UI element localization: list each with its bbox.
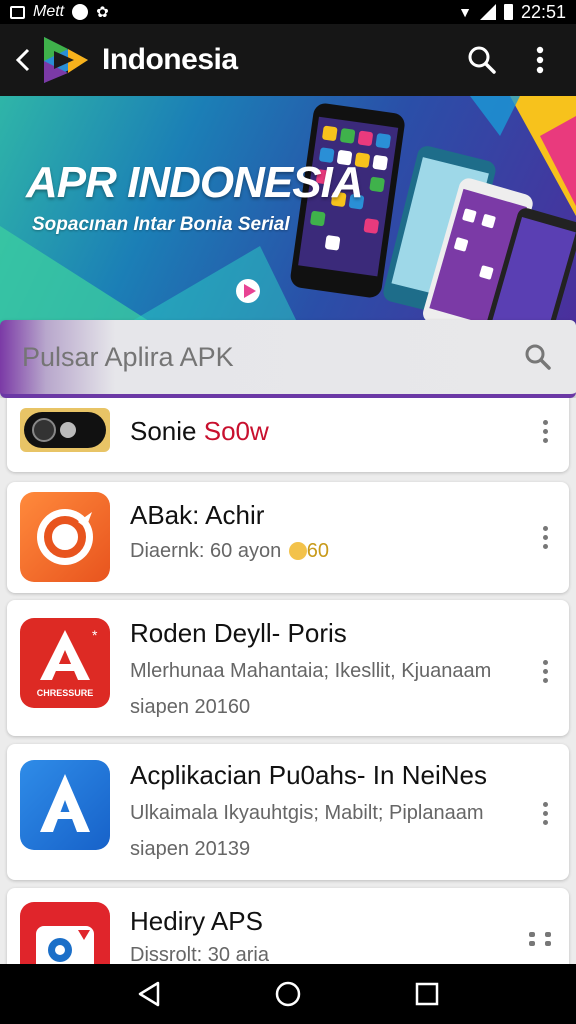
list-item[interactable]: Acplikacian Pu0ahs- In NeiNes Ulkaimala … xyxy=(7,744,569,880)
app-name: ABak: Achir xyxy=(130,500,265,530)
app-icon-red-camera xyxy=(20,902,110,964)
banner-title: APR INDONESIA xyxy=(26,158,364,207)
app-date: siapen 20139 xyxy=(130,838,251,860)
game-notification-icon xyxy=(72,4,89,20)
app-date: siapen 20160 xyxy=(130,696,251,718)
clock: 22:51 xyxy=(520,1,566,22)
signal-icon xyxy=(479,4,496,20)
list-item[interactable]: ABak: Achir Diaernk: 60 ayon 60 xyxy=(7,482,569,593)
app-name: Sonie So0w xyxy=(130,416,269,446)
image-notification-icon xyxy=(10,5,25,19)
back-arrow-icon[interactable] xyxy=(10,40,36,80)
search-icon[interactable] xyxy=(518,337,558,377)
more-options-icon[interactable] xyxy=(535,656,555,686)
coin-icon xyxy=(288,542,307,560)
banner-subtitle: Sopacınan Intar Bonia Serial xyxy=(32,214,290,235)
app-list: Sonie So0w ABak: Achir Diaernk: 60 ayon … xyxy=(0,398,576,964)
more-options-icon[interactable] xyxy=(535,416,555,446)
search-input[interactable] xyxy=(22,341,518,373)
app-description: Diaernk: 60 ayon 60 xyxy=(130,540,330,562)
app-icon-orange-ring xyxy=(20,492,110,582)
search-icon[interactable] xyxy=(464,42,500,78)
app-icon-camera xyxy=(20,408,110,452)
overflow-menu-icon[interactable] xyxy=(522,42,558,78)
banner-artwork xyxy=(0,96,576,328)
home-circle-icon[interactable] xyxy=(268,974,308,1014)
wifi-icon: ▼ xyxy=(458,4,472,20)
app-description: Ulkaimala Ikyauhtgis; Mabilt; Piplanaam xyxy=(130,802,484,824)
app-name: Acplikacian Pu0ahs- In NeiNes xyxy=(130,760,487,790)
app-icon-badge: CHRESSURE xyxy=(36,688,94,698)
app-logo-icon xyxy=(38,33,92,87)
carrier-label: Mett xyxy=(33,3,65,20)
list-item[interactable]: Sonie So0w xyxy=(7,398,569,472)
list-item[interactable]: Hediry APS Dissrolt: 30 aria xyxy=(7,888,569,964)
battery-icon xyxy=(503,4,513,20)
app-name: Roden Deyll- Poris xyxy=(130,618,347,648)
app-description: Dissrolt: 30 aria xyxy=(130,944,269,964)
back-triangle-icon[interactable] xyxy=(129,974,169,1014)
status-bar: Mett ✿ ▼ 22:51 xyxy=(0,0,576,24)
app-title: Indonesia xyxy=(102,43,238,76)
search-bar xyxy=(0,320,576,398)
recents-square-icon[interactable] xyxy=(407,974,447,1014)
list-item[interactable]: * CHRESSURE Roden Deyll- Poris Mlerhunaa… xyxy=(7,600,569,736)
more-options-icon[interactable] xyxy=(535,522,555,552)
app-description: Mlerhunaa Mahantaia; Ikesllit, Kjuanaam xyxy=(130,660,492,682)
promo-banner[interactable]: APR INDONESIA Sopacınan Intar Bonia Seri… xyxy=(0,96,576,328)
app-icon-red-a: * CHRESSURE xyxy=(20,618,110,708)
android-notification-icon: ✿ xyxy=(96,4,109,21)
more-options-icon[interactable] xyxy=(535,798,555,828)
more-options-icon[interactable] xyxy=(529,932,551,946)
app-name: Hediry APS xyxy=(130,906,263,936)
app-bar: Indonesia xyxy=(0,24,576,96)
app-icon-blue-a xyxy=(20,760,110,850)
system-nav-bar xyxy=(0,964,576,1024)
app-name-accent: So0w xyxy=(203,416,269,446)
svg-text:*: * xyxy=(92,627,98,643)
